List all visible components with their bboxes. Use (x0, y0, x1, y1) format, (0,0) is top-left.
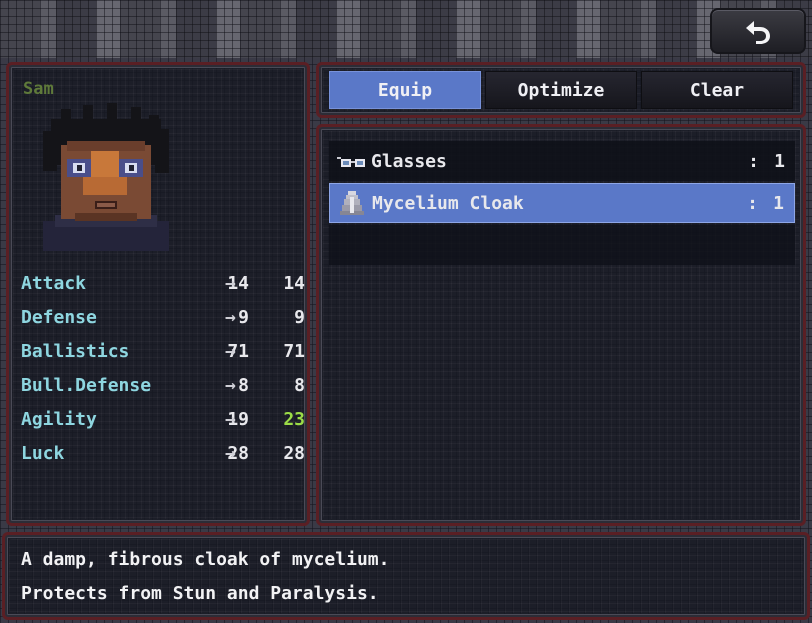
glasses-icon (337, 157, 365, 167)
stat-row-ballistics: Ballistics 71 → 71 (21, 337, 305, 371)
command-tabs: Equip Optimize Clear (329, 71, 793, 109)
tab-clear[interactable]: Clear (641, 71, 793, 109)
description-line-2: Protects from Stun and Paralysis. (21, 583, 379, 604)
item-name: Mycelium Cloak (372, 192, 524, 214)
stat-new: 71 (283, 341, 305, 362)
stat-row-defense: Defense 9 → 9 (21, 303, 305, 337)
stat-new: 23 (283, 409, 305, 430)
stat-label: Attack (21, 273, 87, 294)
character-portrait (43, 103, 169, 251)
stat-new: 14 (283, 273, 305, 294)
arrow-right-icon: → (225, 273, 236, 294)
stat-label: Luck (21, 443, 65, 464)
description-line-1: A damp, fibrous cloak of mycelium. (21, 549, 390, 570)
stat-row-bull-defense: Bull.Defense 8 → 8 (21, 371, 305, 405)
arrow-right-icon: → (225, 375, 236, 396)
stat-label: Defense (21, 307, 97, 328)
command-panel: Equip Optimize Clear (316, 62, 806, 118)
stat-label: Ballistics (21, 341, 130, 362)
character-name: Sam (23, 79, 54, 99)
item-name: Glasses (371, 150, 447, 172)
item-quantity: 1 (773, 192, 784, 214)
stat-row-attack: Attack 14 → 14 (21, 269, 305, 303)
empty-slot (329, 225, 795, 265)
tab-optimize[interactable]: Optimize (485, 71, 637, 109)
item-list: Glasses : 1 Mycelium Cloak : 1 (329, 141, 795, 267)
stats-list: Attack 14 → 14 Defense 9 → 9 Ballistics … (21, 269, 305, 473)
item-list-panel: Glasses : 1 Mycelium Cloak : 1 (316, 124, 806, 526)
stat-new: 8 (294, 375, 305, 396)
undo-arrow-icon (746, 21, 770, 44)
stat-label: Agility (21, 409, 97, 430)
tab-equip[interactable]: Equip (329, 71, 481, 109)
stat-new: 9 (294, 307, 305, 328)
arrow-right-icon: → (225, 409, 236, 430)
arrow-right-icon: → (225, 341, 236, 362)
arrow-right-icon: → (225, 443, 236, 464)
description-panel: A damp, fibrous cloak of mycelium. Prote… (2, 532, 810, 620)
arrow-right-icon: → (225, 307, 236, 328)
back-button[interactable] (710, 8, 806, 54)
item-quantity: 1 (774, 150, 785, 172)
character-panel: Sam Attack 14 → 14 Defense 9 → 9 Ballist… (6, 62, 310, 526)
map-background (0, 0, 812, 58)
list-item[interactable]: Mycelium Cloak : 1 (329, 183, 795, 223)
stat-row-luck: Luck 28 → 28 (21, 439, 305, 473)
cloak-icon (340, 191, 364, 215)
stat-row-agility: Agility 19 → 23 (21, 405, 305, 439)
item-separator: : (747, 192, 758, 214)
item-separator: : (748, 150, 759, 172)
stat-label: Bull.Defense (21, 375, 152, 396)
stat-new: 28 (283, 443, 305, 464)
list-item[interactable]: Glasses : 1 (329, 141, 795, 181)
